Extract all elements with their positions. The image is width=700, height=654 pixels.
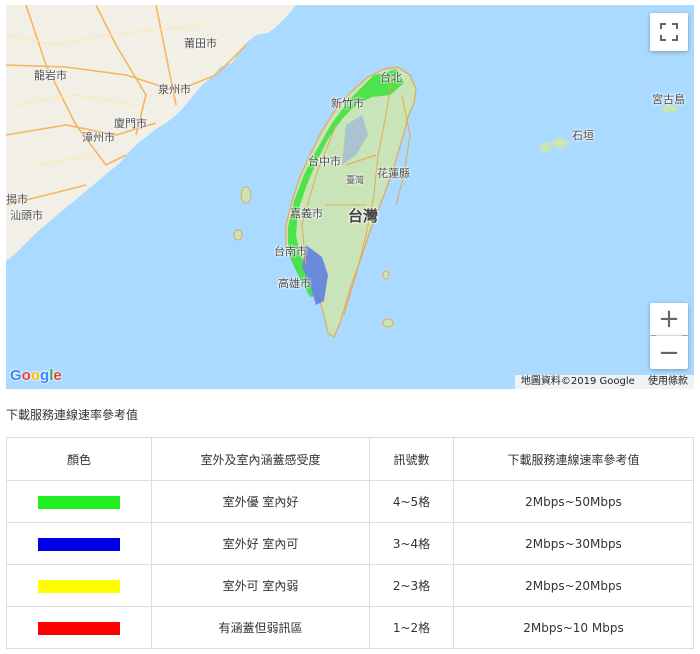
bars-cell: 3~4格 (369, 522, 454, 565)
map-label-taiwan: 台灣 (348, 207, 379, 225)
table-header-row: 顏色 室外及室內涵蓋感受度 訊號數 下載服務連線速率參考值 (6, 437, 694, 481)
map-label-hualien-area: 臺灣 (346, 176, 365, 186)
speed-cell: 2Mbps~20Mbps (453, 564, 694, 607)
map-label-jieyang: 揭市 (6, 193, 28, 206)
color-swatch (38, 495, 120, 509)
map-label-putian: 莆田市 (184, 37, 217, 50)
table-row: 室外好 室內可 3~4格 2Mbps~30Mbps (6, 522, 694, 565)
map-label-hualien: 花蓮縣 (377, 167, 410, 180)
bars-cell: 4~5格 (369, 480, 454, 523)
map-label-quanzhou: 泉州市 (158, 83, 191, 96)
penghu-island-2 (233, 229, 243, 241)
map-base (6, 5, 678, 338)
map-label-kaohsiung: 高雄市 (278, 277, 311, 290)
map-view[interactable]: 莆田市 龍岩市 泉州市 廈門市 漳州市 汕頭市 揭市 台北 新竹市 台中市 花蓮… (6, 5, 694, 389)
coverage-cell: 室外好 室內可 (151, 522, 370, 565)
color-cell (6, 606, 152, 649)
zoom-out-button[interactable]: − (650, 336, 688, 369)
coverage-cell: 室外可 室內弱 (151, 564, 370, 607)
map-label-tainan: 台南市 (274, 245, 307, 258)
green-island (382, 270, 390, 280)
map-label-zhangzhou: 漳州市 (82, 131, 115, 144)
coverage-legend-table: 顏色 室外及室內涵蓋感受度 訊號數 下載服務連線速率參考值 室外優 室內好 4~… (6, 437, 694, 649)
bars-cell: 1~2格 (369, 606, 454, 649)
penghu-island (240, 186, 252, 204)
iriomote-island (540, 142, 552, 152)
orchid-island (382, 318, 394, 328)
map-data-attribution: 地圖資料©2019 Google (520, 376, 635, 387)
color-swatch (38, 579, 120, 593)
fullscreen-icon (660, 23, 678, 41)
speed-reference-caption: 下載服務連線速率參考值 (6, 408, 139, 422)
map-label-xiamen: 廈門市 (114, 117, 147, 130)
table-row: 室外優 室內好 4~5格 2Mbps~50Mbps (6, 480, 694, 523)
header-signal-bars: 訊號數 (369, 437, 454, 481)
map-label-longyan: 龍岩市 (34, 69, 67, 82)
map-label-ishigaki: 石垣 (572, 129, 594, 142)
map-attribution: 地圖資料©2019 Google 使用條款 (514, 375, 694, 389)
color-cell (6, 522, 152, 565)
google-logo-text: Google (10, 367, 62, 384)
speed-cell: 2Mbps~50Mbps (453, 480, 694, 523)
map-label-miyako: 宮古島 (652, 93, 685, 106)
table-row: 有涵蓋但弱訊區 1~2格 2Mbps~10 Mbps (6, 606, 694, 649)
header-speed: 下載服務連線速率參考值 (453, 437, 694, 481)
map-label-taichung: 台中市 (308, 155, 341, 168)
color-swatch (38, 621, 120, 635)
header-coverage: 室外及室內涵蓋感受度 (151, 437, 370, 481)
map-label-chiayi: 嘉義市 (290, 207, 323, 220)
header-color: 顏色 (6, 437, 152, 481)
bars-cell: 2~3格 (369, 564, 454, 607)
coverage-cell: 有涵蓋但弱訊區 (151, 606, 370, 649)
minus-icon: − (658, 337, 680, 368)
color-cell (6, 564, 152, 607)
speed-cell: 2Mbps~30Mbps (453, 522, 694, 565)
color-swatch (38, 537, 120, 551)
terms-of-use-link[interactable]: 使用條款 (648, 376, 688, 387)
map-label-shantou: 汕頭市 (10, 209, 43, 222)
google-logo[interactable]: Google (10, 367, 62, 384)
coverage-cell: 室外優 室內好 (151, 480, 370, 523)
table-row: 室外可 室內弱 2~3格 2Mbps~20Mbps (6, 564, 694, 607)
fullscreen-button[interactable] (650, 13, 688, 51)
color-cell (6, 480, 152, 523)
speed-cell: 2Mbps~10 Mbps (453, 606, 694, 649)
map-label-taipei: 台北 (380, 71, 402, 84)
ishigaki-island (552, 138, 568, 148)
plus-icon: + (658, 304, 680, 334)
map-label-hsinchu: 新竹市 (331, 97, 364, 110)
zoom-in-button[interactable]: + (650, 303, 688, 335)
